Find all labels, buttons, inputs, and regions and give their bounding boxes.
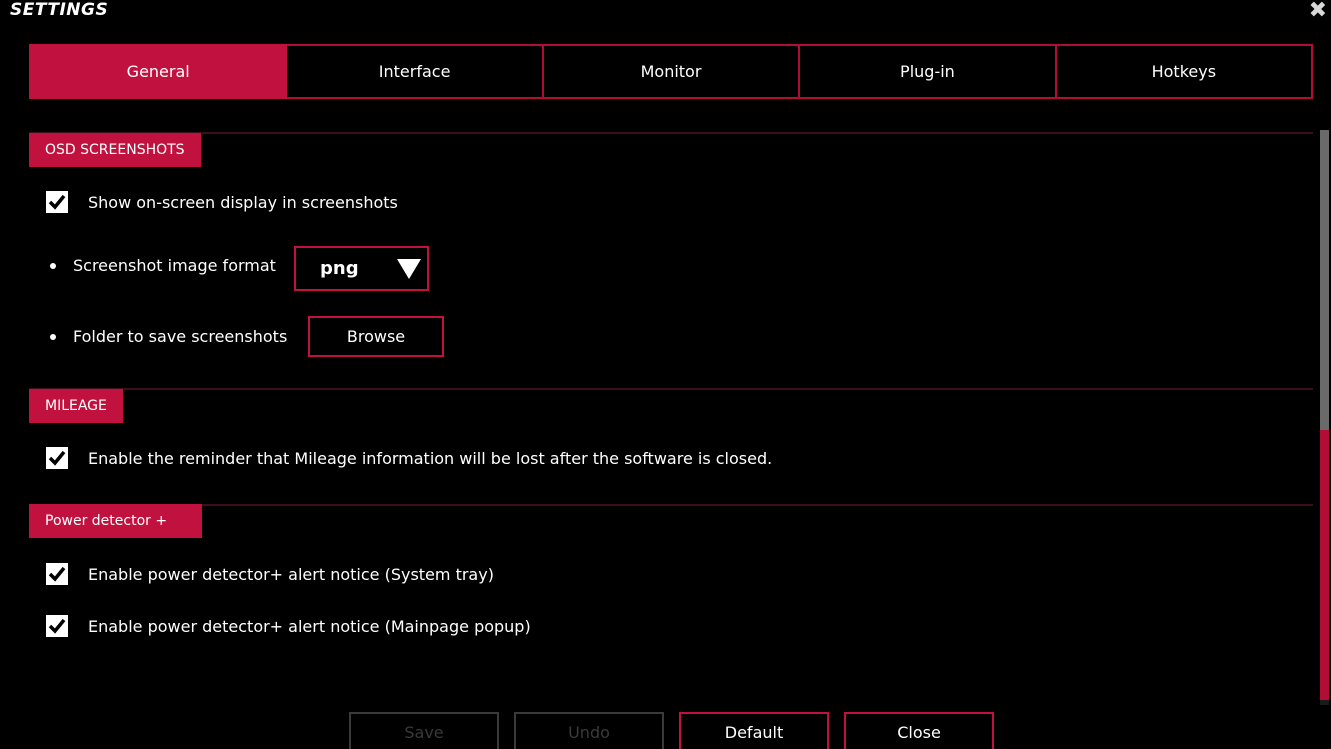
- section-header-osd: OSD SCREENSHOTS: [29, 133, 201, 167]
- save-button[interactable]: Save: [349, 712, 499, 749]
- mileage-reminder-checkbox[interactable]: [46, 447, 68, 469]
- checkmark-icon: [48, 194, 66, 210]
- show-osd-row: Show on-screen display in screenshots: [46, 191, 398, 213]
- bullet-icon: [50, 333, 56, 340]
- mileage-reminder-label: Enable the reminder that Mileage informa…: [88, 448, 773, 468]
- format-row: Screenshot image format: [46, 256, 276, 275]
- tab-monitor[interactable]: Monitor: [543, 44, 801, 99]
- dropdown-arrow-icon: [397, 258, 421, 279]
- power-popup-row: Enable power detector+ alert notice (Mai…: [46, 615, 531, 637]
- folder-row: Folder to save screenshots: [46, 327, 287, 346]
- format-value: png: [320, 258, 359, 279]
- power-tray-row: Enable power detector+ alert notice (Sys…: [46, 563, 494, 585]
- power-tray-checkbox[interactable]: [46, 563, 68, 585]
- power-tray-label: Enable power detector+ alert notice (Sys…: [88, 564, 494, 584]
- tab-hotkeys[interactable]: Hotkeys: [1056, 44, 1314, 99]
- mileage-reminder-row: Enable the reminder that Mileage informa…: [46, 447, 772, 469]
- checkmark-icon: [48, 566, 66, 582]
- tab-interface[interactable]: Interface: [287, 44, 544, 99]
- browse-button[interactable]: Browse: [308, 316, 444, 357]
- folder-label: Folder to save screenshots: [73, 327, 288, 346]
- checkmark-icon: [48, 450, 66, 466]
- close-button[interactable]: Close: [844, 712, 994, 749]
- scrollbar-thumb[interactable]: [1320, 130, 1329, 430]
- format-label: Screenshot image format: [73, 256, 276, 275]
- section-divider: [29, 132, 1313, 134]
- section-header-power: Power detector +: [29, 504, 202, 538]
- section-divider: [29, 504, 1313, 506]
- format-select[interactable]: png: [294, 246, 429, 291]
- power-popup-checkbox[interactable]: [46, 615, 68, 637]
- show-osd-label: Show on-screen display in screenshots: [88, 192, 398, 212]
- tab-bar: General Interface Monitor Plug-in Hotkey…: [29, 44, 1314, 99]
- section-divider: [29, 388, 1313, 390]
- default-button[interactable]: Default: [679, 712, 829, 749]
- checkmark-icon: [48, 618, 66, 634]
- close-icon[interactable]: ✖: [1309, 0, 1327, 23]
- tab-general[interactable]: General: [29, 44, 288, 99]
- undo-button[interactable]: Undo: [514, 712, 664, 749]
- tab-plug-in[interactable]: Plug-in: [800, 44, 1057, 99]
- window-title: SETTINGS: [10, 0, 109, 20]
- bullet-icon: [50, 262, 56, 269]
- scrollbar[interactable]: [1320, 130, 1329, 705]
- show-osd-checkbox[interactable]: [46, 191, 68, 213]
- power-popup-label: Enable power detector+ alert notice (Mai…: [88, 616, 531, 636]
- section-header-mileage: MILEAGE: [29, 389, 123, 423]
- scrollbar-track-highlight: [1320, 430, 1329, 700]
